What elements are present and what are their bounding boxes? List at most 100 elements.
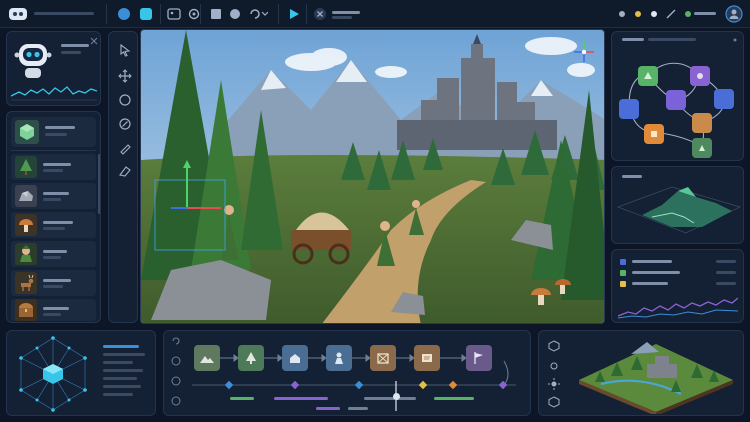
network-graph-icon [19, 336, 87, 412]
network-stat-placeholder [103, 377, 137, 380]
performance-line-graph [618, 297, 738, 319]
asset-list-scrollbar[interactable] [98, 154, 100, 214]
stat-label-placeholder [632, 260, 672, 263]
preview-mesh-icon[interactable] [547, 395, 561, 409]
graph-node-terrain-icon[interactable] [638, 66, 658, 86]
loop-icon[interactable] [247, 5, 269, 23]
notification-icon[interactable] [616, 7, 628, 21]
preview-sun-icon[interactable] [547, 377, 561, 391]
asset-row[interactable] [11, 270, 96, 296]
graph-node-output-icon[interactable] [714, 89, 734, 109]
timeline-panel [163, 330, 531, 416]
node-graph-panel [611, 31, 744, 161]
timeline-connectors [192, 354, 516, 411]
panel-close-icon[interactable] [89, 36, 99, 46]
image-icon[interactable] [166, 5, 182, 23]
scene-icon[interactable] [116, 6, 132, 22]
asset-header-label-placeholder [45, 126, 75, 129]
graph-node-scatter-icon[interactable] [644, 124, 664, 144]
stats-panel [611, 249, 744, 323]
asset-row[interactable] [11, 299, 96, 321]
timeline-node-crate-icon[interactable] [370, 345, 396, 371]
timeline-clip[interactable] [348, 407, 368, 410]
cube-asset-icon [15, 120, 39, 144]
asset-sublabel-placeholder [43, 313, 61, 316]
asset-row[interactable] [11, 183, 96, 209]
robot-avatar-icon [11, 38, 55, 82]
asset-label-placeholder [43, 250, 67, 253]
play-icon[interactable] [286, 5, 302, 23]
mushroom-asset-icon [15, 214, 37, 236]
isometric-world-preview[interactable] [571, 334, 741, 414]
asset-header[interactable] [11, 117, 96, 147]
timeline-node-scroll-icon[interactable] [414, 345, 440, 371]
network-panel [6, 330, 156, 416]
timeline-clip[interactable] [434, 397, 474, 400]
asset-label-placeholder [43, 163, 71, 166]
scene-viewport[interactable] [140, 29, 605, 324]
status-subtext-placeholder [332, 16, 352, 19]
preview-cube-icon[interactable] [547, 339, 561, 353]
network-stat-placeholder [103, 369, 143, 372]
timeline-node-flag-icon[interactable] [466, 345, 492, 371]
graph-node-material-icon[interactable] [692, 113, 712, 133]
timeline-node-village-icon[interactable] [282, 345, 308, 371]
status-text-placeholder [332, 11, 360, 14]
user-icon[interactable] [724, 4, 744, 24]
layer-icon[interactable] [138, 6, 154, 22]
network-stat-placeholder [103, 345, 139, 348]
timeline-clip[interactable] [274, 397, 328, 400]
asset-row[interactable] [11, 212, 96, 238]
timeline-node-tree-icon[interactable] [238, 345, 264, 371]
user-name-placeholder [694, 12, 716, 15]
deer-asset-icon [15, 272, 37, 294]
activity-sparkline [11, 82, 97, 102]
stat-value-placeholder [716, 282, 736, 285]
fantasy-forest-scene[interactable] [141, 30, 605, 324]
terrain-heightmap-icon[interactable] [612, 167, 745, 245]
asset-sublabel-placeholder [43, 198, 61, 201]
edit-icon[interactable] [664, 7, 678, 21]
app-logo-icon[interactable] [8, 5, 28, 23]
asset-row[interactable] [11, 241, 96, 267]
select-tool-icon[interactable] [115, 40, 135, 60]
graph-node-mix-icon[interactable] [666, 90, 686, 110]
stat-value-placeholder [716, 271, 736, 274]
timeline-clip[interactable] [316, 407, 340, 410]
close-icon[interactable] [312, 6, 328, 22]
graph-node-render-icon[interactable] [692, 138, 712, 158]
playhead-handle[interactable] [393, 393, 400, 400]
chest-asset-icon [15, 299, 37, 321]
assistant-title-placeholder [61, 44, 89, 47]
stop-icon[interactable] [208, 5, 224, 23]
paint-tool-icon[interactable] [115, 138, 135, 158]
preview-panel [538, 330, 744, 416]
app-title-placeholder [34, 12, 94, 15]
asset-sublabel-placeholder [43, 227, 65, 230]
graph-node-foliage-icon[interactable] [690, 66, 710, 86]
stat-row [620, 280, 738, 288]
move-tool-icon[interactable] [115, 66, 135, 86]
palette-icon[interactable] [632, 7, 644, 21]
timeline-clip[interactable] [230, 397, 254, 400]
timeline-node-terrain-icon[interactable] [194, 345, 220, 371]
asset-sublabel-placeholder [43, 256, 61, 259]
erase-tool-icon[interactable] [115, 160, 135, 180]
asset-label-placeholder [43, 221, 73, 224]
network-stat-placeholder [103, 385, 141, 388]
stat-value-placeholder [716, 260, 736, 263]
asset-row[interactable] [11, 154, 96, 180]
timeline-clip[interactable] [364, 397, 416, 400]
asset-label-placeholder [43, 279, 71, 282]
terrain-preview-panel [611, 166, 744, 244]
scale-tool-icon[interactable] [115, 114, 135, 134]
record-icon[interactable] [227, 5, 243, 23]
graph-node-input-icon[interactable] [619, 99, 639, 119]
preview-light-icon[interactable] [547, 359, 561, 373]
top-toolbar [0, 0, 750, 28]
elf-character-icon [15, 243, 37, 265]
tree-asset-icon [15, 156, 37, 178]
rotate-tool-icon[interactable] [115, 90, 135, 110]
timeline-node-character-icon[interactable] [326, 345, 352, 371]
asset-browser-panel [6, 111, 101, 323]
